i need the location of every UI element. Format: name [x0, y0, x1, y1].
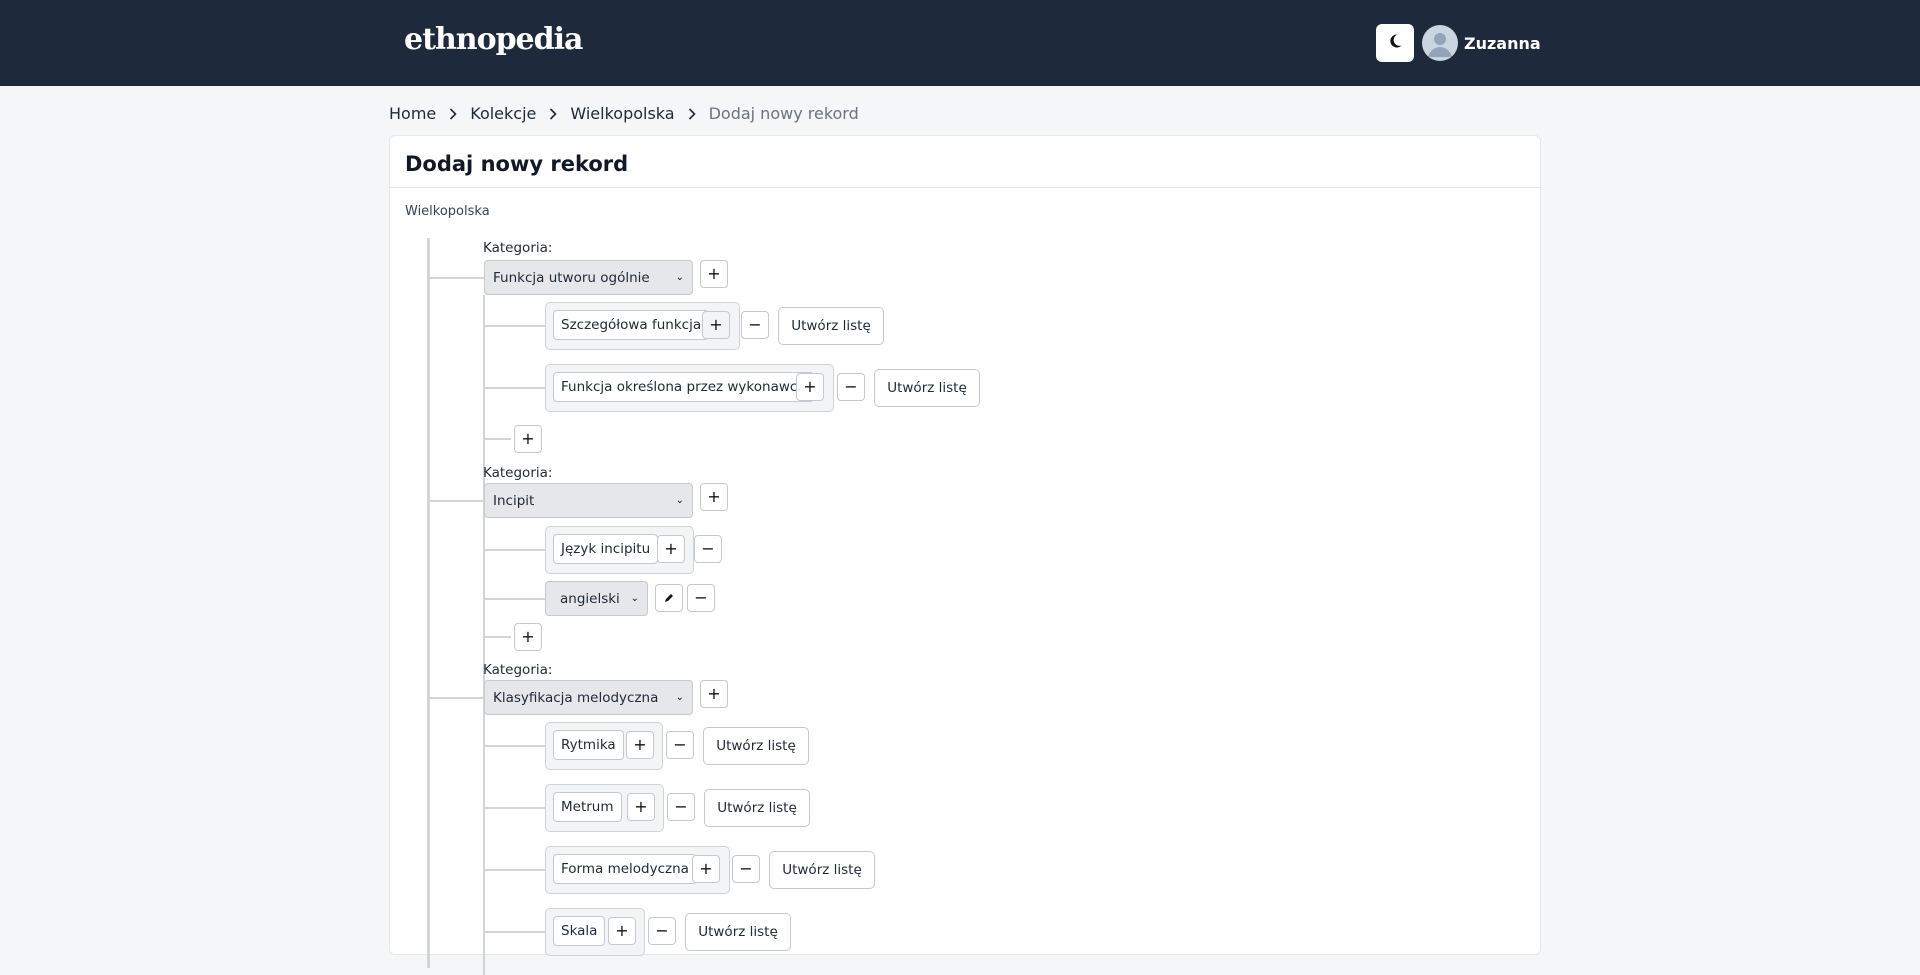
category-label: Kategoria:	[483, 240, 553, 256]
add-subcategory-button[interactable]: +	[700, 483, 728, 511]
moon-icon	[1387, 33, 1403, 53]
value-select-value: angielski	[560, 590, 620, 607]
chevron-right-icon	[688, 107, 696, 120]
add-field-button[interactable]: +	[608, 917, 636, 945]
category-select-value: Funkcja utworu ogólnie	[493, 269, 650, 286]
chevron-down-icon: ⌄	[675, 495, 684, 506]
logo[interactable]: ethnopedia	[404, 22, 583, 57]
add-field-button[interactable]: +	[514, 425, 542, 453]
value-select[interactable]: angielski ⌄	[545, 581, 648, 616]
remove-field-button[interactable]: −	[741, 311, 769, 339]
theme-toggle-button[interactable]	[1376, 24, 1414, 62]
add-field-button[interactable]: +	[626, 731, 654, 759]
collection-name: Wielkopolska	[405, 204, 490, 219]
remove-field-button[interactable]: −	[667, 793, 695, 821]
tree-branch	[485, 325, 545, 327]
create-list-button[interactable]: Utwórz listę	[769, 851, 875, 889]
tree-branch	[485, 931, 545, 933]
add-field-button[interactable]: +	[796, 373, 824, 401]
create-list-button[interactable]: Utwórz listę	[704, 789, 810, 827]
add-field-button[interactable]: +	[627, 793, 655, 821]
tree-branch	[429, 697, 485, 699]
user-name[interactable]: Zuzanna	[1464, 34, 1541, 53]
category-label: Kategoria:	[483, 662, 553, 678]
tree-branch	[485, 549, 545, 551]
add-field-button[interactable]: +	[514, 623, 542, 651]
field-name[interactable]: Forma melodyczna	[553, 854, 697, 884]
category-label: Kategoria:	[483, 465, 553, 481]
chevron-down-icon: ⌄	[675, 272, 684, 283]
tree-branch	[429, 277, 485, 279]
tree-branch	[485, 636, 511, 638]
remove-field-button[interactable]: −	[694, 535, 722, 563]
category-select[interactable]: Funkcja utworu ogólnie ⌄	[484, 260, 693, 295]
breadcrumb-current: Dodaj nowy rekord	[708, 104, 859, 123]
field-name[interactable]: Szczegółowa funkcja	[553, 310, 710, 340]
create-list-button[interactable]: Utwórz listę	[685, 913, 791, 951]
page-title: Dodaj nowy rekord	[405, 152, 629, 176]
add-field-button[interactable]: +	[702, 311, 730, 339]
create-list-button[interactable]: Utwórz listę	[874, 369, 980, 407]
create-list-button[interactable]: Utwórz listę	[778, 307, 884, 345]
breadcrumb-home[interactable]: Home	[389, 104, 436, 123]
remove-field-button[interactable]: −	[648, 917, 676, 945]
add-field-button[interactable]: +	[692, 855, 720, 883]
category-select-value: Klasyfikacja melodyczna	[493, 689, 659, 706]
field-name[interactable]: Funkcja określona przez wykonawcę	[553, 372, 814, 402]
breadcrumb-collection[interactable]: Wielkopolska	[570, 104, 674, 123]
card-header: Dodaj nowy rekord	[390, 136, 1540, 188]
tree-branch	[485, 869, 545, 871]
chevron-right-icon	[449, 107, 457, 120]
remove-value-button[interactable]: −	[687, 584, 715, 612]
tree-branch	[485, 387, 545, 389]
breadcrumb: Home Kolekcje Wielkopolska Dodaj nowy re…	[389, 104, 859, 123]
remove-field-button[interactable]: −	[732, 855, 760, 883]
tree-branch	[485, 745, 545, 747]
field-name[interactable]: Rytmika	[553, 730, 624, 760]
category-select[interactable]: Incipit ⌄	[484, 483, 693, 518]
chevron-down-icon: ⌄	[630, 593, 639, 604]
field-name[interactable]: Język incipitu	[553, 534, 659, 564]
field-name[interactable]: Metrum	[553, 792, 622, 822]
field-name[interactable]: Skala	[553, 916, 606, 946]
user-avatar-icon[interactable]	[1422, 25, 1458, 61]
tree-branch	[429, 500, 485, 502]
tree-line	[483, 715, 485, 975]
chevron-right-icon	[549, 107, 558, 120]
add-record-card: Dodaj nowy rekord Wielkopolska Kategoria…	[389, 135, 1541, 975]
tree-branch	[485, 807, 545, 809]
add-subcategory-button[interactable]: +	[700, 260, 728, 288]
remove-field-button[interactable]: −	[666, 731, 694, 759]
tree-line	[427, 238, 430, 968]
category-select-value: Incipit	[493, 492, 535, 509]
pencil-icon[interactable]	[655, 584, 683, 612]
create-list-button[interactable]: Utwórz listę	[703, 727, 809, 765]
chevron-down-icon: ⌄	[675, 692, 684, 703]
category-select[interactable]: Klasyfikacja melodyczna ⌄	[484, 680, 693, 715]
tree-branch	[485, 438, 511, 440]
top-navbar: ethnopedia Zuzanna	[0, 0, 1920, 86]
breadcrumb-kolekcje[interactable]: Kolekcje	[470, 104, 536, 123]
remove-field-button[interactable]: −	[837, 373, 865, 401]
add-field-button[interactable]: +	[657, 535, 685, 563]
tree-branch	[485, 598, 545, 600]
add-subcategory-button[interactable]: +	[700, 680, 728, 708]
